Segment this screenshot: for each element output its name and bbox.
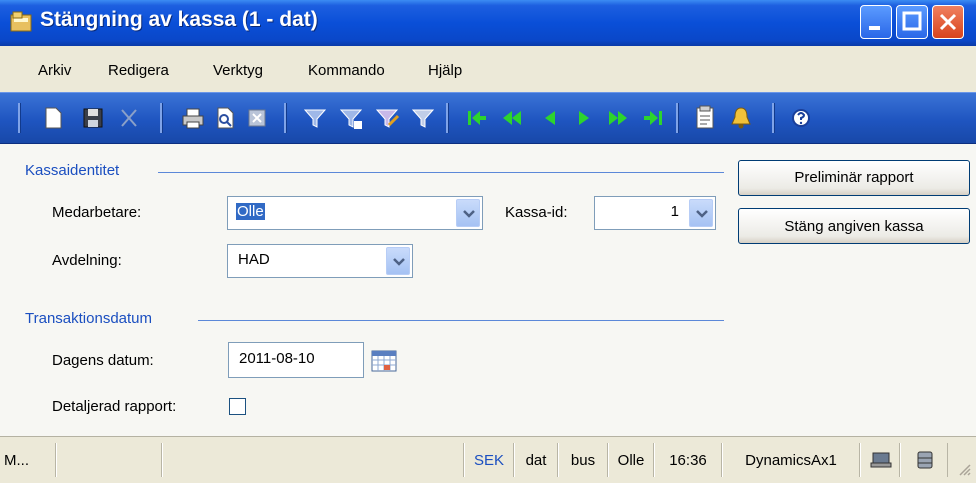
save-icon[interactable]: [80, 105, 106, 131]
avdelning-label: Avdelning:: [52, 252, 122, 269]
toolbar-separator: [446, 103, 449, 133]
database-icon[interactable]: [913, 450, 937, 470]
status-cell-empty: [162, 443, 464, 477]
toolbar-separator: [284, 103, 287, 133]
toolbar-separator: [772, 103, 775, 133]
menu-bar: Arkiv Redigera Verktyg Kommando Hjälp: [0, 46, 976, 92]
alert-bell-icon[interactable]: [728, 105, 754, 131]
delete-icon[interactable]: [116, 105, 142, 131]
menu-verktyg[interactable]: Verktyg: [213, 62, 263, 79]
avdelning-dropdown[interactable]: HAD: [227, 244, 413, 278]
status-cell-icon: [860, 443, 900, 477]
stang-angiven-kassa-button[interactable]: Stäng angiven kassa: [738, 208, 970, 244]
title-bar[interactable]: Stängning av kassa (1 - dat): [0, 0, 976, 46]
kassa-id-label: Kassa-id:: [505, 204, 568, 221]
client-computer-icon[interactable]: [869, 451, 893, 469]
filter-by-selection-icon[interactable]: [338, 105, 364, 131]
print-icon[interactable]: [180, 105, 206, 131]
form-content: Kassaidentitet Medarbetare: Olle Kassa-i…: [0, 144, 976, 436]
avdelning-value: HAD: [238, 251, 270, 268]
menu-hjalp[interactable]: Hjälp: [428, 62, 462, 79]
status-cell-empty: [56, 443, 162, 477]
previous-page-icon[interactable]: [500, 105, 526, 131]
toolbar: [0, 92, 976, 144]
medarbetare-dropdown[interactable]: Olle: [227, 196, 483, 230]
medarbetare-value: Olle: [236, 203, 265, 220]
status-server: DynamicsAx1: [722, 443, 860, 477]
close-button[interactable]: [932, 5, 964, 39]
medarbetare-dropdown-button[interactable]: [456, 199, 480, 227]
next-page-icon[interactable]: [604, 105, 630, 131]
group-transaktionsdatum-label: Transaktionsdatum: [25, 310, 153, 327]
first-record-icon[interactable]: [464, 105, 490, 131]
window-title: Stängning av kassa (1 - dat): [40, 8, 318, 31]
export-icon[interactable]: [244, 105, 270, 131]
dagens-datum-value: 2011-08-10: [239, 350, 315, 367]
toolbar-separator: [160, 103, 163, 133]
kassa-id-value: 1: [670, 203, 679, 220]
kassa-id-dropdown[interactable]: 1: [594, 196, 716, 230]
next-record-icon[interactable]: [570, 105, 596, 131]
status-user: Olle: [608, 443, 654, 477]
advanced-filter-icon[interactable]: [374, 105, 400, 131]
status-cell-icon: [900, 443, 948, 477]
kassa-id-dropdown-button[interactable]: [689, 199, 713, 227]
detaljerad-rapport-label: Detaljerad rapport:: [52, 398, 177, 415]
menu-kommando[interactable]: Kommando: [308, 62, 385, 79]
preliminar-rapport-button[interactable]: Preliminär rapport: [738, 160, 970, 196]
avdelning-dropdown-button[interactable]: [386, 247, 410, 275]
remove-filter-icon[interactable]: [410, 105, 436, 131]
application-window: Stängning av kassa (1 - dat) Arkiv Redig…: [0, 0, 976, 483]
toolbar-separator: [18, 103, 21, 133]
medarbetare-label: Medarbetare:: [52, 204, 142, 221]
dagens-datum-input[interactable]: 2011-08-10: [228, 342, 364, 378]
group-divider: [158, 172, 724, 173]
resize-grip-icon[interactable]: [956, 461, 972, 477]
status-message: M...: [0, 443, 56, 477]
group-divider: [198, 320, 724, 321]
document-handling-icon[interactable]: [692, 105, 718, 131]
app-icon[interactable]: [10, 11, 34, 33]
menu-redigera[interactable]: Redigera: [108, 62, 169, 79]
previous-record-icon[interactable]: [538, 105, 564, 131]
filter-by-field-icon[interactable]: [302, 105, 328, 131]
toolbar-separator: [676, 103, 679, 133]
help-icon[interactable]: [788, 105, 814, 131]
calendar-icon[interactable]: [371, 350, 397, 372]
group-kassaidentitet-label: Kassaidentitet: [25, 162, 120, 179]
detaljerad-rapport-checkbox[interactable]: [229, 398, 246, 415]
status-time: 16:36: [654, 443, 722, 477]
minimize-button[interactable]: [860, 5, 892, 39]
status-currency[interactable]: SEK: [464, 443, 514, 477]
status-layer: bus: [558, 443, 608, 477]
status-company[interactable]: dat: [514, 443, 558, 477]
last-record-icon[interactable]: [640, 105, 666, 131]
menu-arkiv[interactable]: Arkiv: [38, 62, 71, 79]
new-document-icon[interactable]: [40, 105, 66, 131]
dagens-datum-label: Dagens datum:: [52, 352, 154, 369]
print-preview-icon[interactable]: [212, 105, 238, 131]
maximize-button[interactable]: [896, 5, 928, 39]
status-bar: M... SEK dat bus Olle 16:36 DynamicsAx1: [0, 436, 976, 483]
